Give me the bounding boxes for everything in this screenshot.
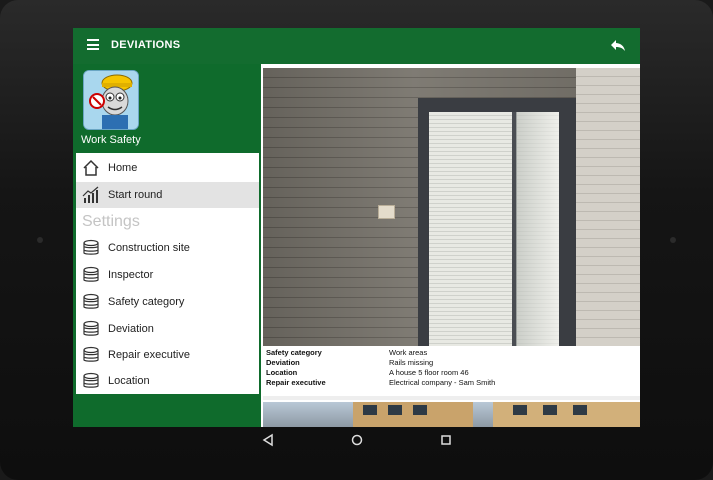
home-icon: [82, 159, 100, 177]
card-divider: [263, 396, 640, 400]
detail-value: A house 5 floor room 46: [389, 368, 469, 377]
sidebar-item-inspector[interactable]: Inspector: [76, 262, 259, 288]
deviation-details[interactable]: Safety category Work areas Deviation Rai…: [263, 346, 640, 396]
database-icon: [82, 320, 100, 338]
sidebar-item-label: Construction site: [108, 242, 190, 254]
sidebar-item-label: Start round: [108, 189, 163, 201]
deviation-photo-2[interactable]: [263, 402, 640, 427]
work-safety-app-icon: [83, 70, 139, 130]
navigation-drawer: Work Safety Home Start round Settings Co…: [73, 64, 261, 427]
sidebar-item-home[interactable]: Home: [76, 155, 259, 181]
light-switch-image: [378, 205, 395, 219]
deviation-list: Safety category Work areas Deviation Rai…: [261, 64, 640, 427]
front-camera: [37, 237, 43, 243]
drawer-menu: Home Start round Settings Construction s…: [76, 153, 259, 394]
sidebar-item-label: Inspector: [108, 269, 154, 281]
sidebar-item-label: Deviation: [108, 323, 154, 335]
database-icon: [82, 293, 100, 311]
sidebar-item-safety-category[interactable]: Safety category: [76, 289, 259, 315]
back-triangle-icon[interactable]: [261, 433, 275, 447]
app-bar: DEVIATIONS: [73, 28, 640, 64]
database-icon: [82, 239, 100, 257]
home-circle-icon[interactable]: [350, 433, 364, 447]
database-icon: [82, 372, 100, 390]
app-screen: DEVIATIONS Work Safety Home Start round …: [73, 28, 640, 427]
system-nav-bar: [73, 427, 640, 453]
detail-value: Electrical company - Sam Smith: [389, 378, 496, 387]
reply-arrow-icon[interactable]: [610, 37, 626, 53]
sidebar-item-deviation[interactable]: Deviation: [76, 316, 259, 342]
sidebar-item-label: Safety category: [108, 296, 185, 308]
detail-key: Deviation: [266, 358, 300, 367]
sidebar-item-label: Location: [108, 375, 150, 387]
sensor: [670, 237, 676, 243]
sidebar-item-repair-executive[interactable]: Repair executive: [76, 342, 259, 368]
detail-row-safety-category: Safety category Work areas: [266, 348, 636, 358]
detail-row-repair-executive: Repair executive Electrical company - Sa…: [266, 378, 636, 388]
sidebar-item-construction-site[interactable]: Construction site: [76, 235, 259, 261]
detail-row-location: Location A house 5 floor room 46: [266, 368, 636, 378]
detail-key: Safety category: [266, 348, 322, 357]
detail-value: Work areas: [389, 348, 428, 357]
app-name: Work Safety: [81, 134, 141, 146]
chart-icon: [82, 186, 100, 204]
sidebar-item-label: Home: [108, 162, 138, 174]
recents-square-icon[interactable]: [439, 433, 453, 447]
page-title: DEVIATIONS: [111, 39, 181, 51]
database-icon: [82, 346, 100, 364]
sidebar-item-start-round[interactable]: Start round: [76, 182, 259, 208]
sidebar-item-label: Repair executive: [108, 349, 190, 361]
detail-value: Rails missing: [389, 358, 434, 367]
sidebar-item-location[interactable]: Location: [76, 368, 259, 394]
deviation-photo[interactable]: [263, 68, 640, 346]
detail-row-deviation: Deviation Rails missing: [266, 358, 636, 368]
detail-key: Repair executive: [266, 378, 326, 387]
settings-header: Settings: [82, 213, 140, 230]
database-icon: [82, 266, 100, 284]
hamburger-icon[interactable]: [87, 39, 99, 51]
detail-key: Location: [266, 368, 298, 377]
